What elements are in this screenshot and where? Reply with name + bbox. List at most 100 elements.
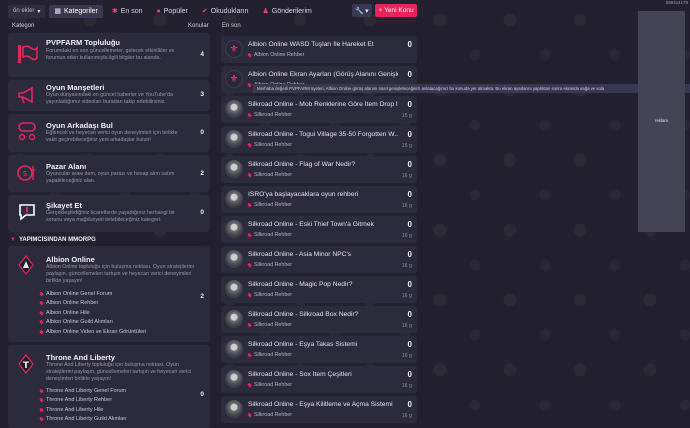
topic-category[interactable]: Albion Online Rehber [247,52,304,58]
avatar[interactable]: ⚜ [225,70,243,88]
category-badge-icon [247,202,252,208]
avatar[interactable] [225,400,243,418]
reply-count: 0 [407,310,412,319]
tab-categories[interactable]: ▦ Kategoriler [49,4,103,18]
topic-category[interactable]: Silkroad Rehber [247,412,292,418]
category-badge-icon [39,291,44,297]
topic-title[interactable]: ISRO'ya başlayacaklara oyun rehberi [248,191,398,198]
topic-row[interactable]: Silkroad Online - Asia Minor NPC's Silkro… [221,246,417,273]
topic-title[interactable]: Albion Online Ekran Ayarları (Görüş Alan… [248,71,398,78]
topic-row[interactable]: Silkroad Online - Togui Village 35-50 Fo… [221,126,417,153]
topic-title[interactable]: Silkroad Online - Eşya Takas Sistemi [248,341,398,348]
sort-dropdown[interactable]: ön ekler ▾ [8,4,46,18]
flame-icon: ● [156,7,161,15]
avatar[interactable] [225,250,243,268]
tab-popular[interactable]: ● Popüler [152,5,193,18]
tab-my-posts[interactable]: ♟ Gönderilerim [258,5,317,18]
topic-category[interactable]: Silkroad Rehber [247,382,292,388]
reply-count: 0 [407,40,412,49]
category-topic-count: 0 [200,209,204,216]
avatar[interactable] [225,130,243,148]
topic-title[interactable]: Silkroad Online - Eşya Kilitleme ve Açma… [248,401,398,408]
advertisement-panel[interactable]: reklam [638,11,685,232]
category-description: Eğlenceli ve heyecan verici oyun deneyim… [46,130,178,143]
topic-row[interactable]: Silkroad Online - Flag of War Nedir? Silk… [221,156,417,183]
avatar[interactable] [225,340,243,358]
topic-category[interactable]: Silkroad Rehber [247,292,292,298]
new-topic-button[interactable]: + Yeni Konu [375,4,417,17]
topic-title[interactable]: Silkroad Online - Mob Renklerine Göre İt… [248,101,398,108]
topic-title[interactable]: Silkroad Online - Eski Thief Town'a Gitm… [248,221,398,228]
asterisk-icon: ✱ [111,8,118,15]
topic-category[interactable]: Silkroad Rehber [247,112,292,118]
topic-row[interactable]: Silkroad Online - Magic Pop Nedir? Silkro… [221,276,417,303]
category-badge-icon [39,388,44,394]
topic-age: 16 g [401,203,412,209]
avatar[interactable]: ⚜ [225,40,243,58]
topic-category[interactable]: Silkroad Rehber [247,232,292,238]
subcategory-link[interactable]: Throne And Liberty Hile [39,405,127,415]
topic-title[interactable]: Silkroad Online - Magic Pop Nedir? [248,281,398,288]
topic-title[interactable]: Silkroad Online - Flag of War Nedir? [248,161,398,168]
category-description: Throne And Liberty topluluğu için buluşm… [46,362,192,382]
category-card[interactable]: Şikayet Et Gerçekleştirdiğiniz ticaretle… [8,195,210,232]
topic-row[interactable]: Silkroad Online - Eşya Kilitleme ve Açma… [221,396,417,423]
tab-latest[interactable]: ✱ En son [107,5,148,18]
avatar[interactable] [225,370,243,388]
avatar[interactable] [225,310,243,328]
topic-row[interactable]: ISRO'ya başlayacaklara oyun rehberi Silkr… [221,186,417,213]
avatar[interactable] [225,160,243,178]
category-card[interactable]: T Throne And Liberty Throne And Liberty … [8,345,210,428]
category-topic-count: 3 [200,91,204,98]
category-badge-icon [39,329,44,335]
topic-category[interactable]: Silkroad Rehber [247,142,292,148]
category-title: Albion Online [46,255,95,264]
topic-category[interactable]: Silkroad Rehber [247,322,292,328]
tab-read[interactable]: ✔ Okudukların [197,5,254,18]
topic-row[interactable]: Silkroad Online - Mob Renklerine Göre İt… [221,96,417,123]
topic-row[interactable]: Silkroad Online - Silkroad Box Nedir? Sil… [221,306,417,333]
topic-age: 16 g [401,323,412,329]
category-card[interactable]: Oyun Manşetleri Oyun dünyasındaki en gün… [8,80,210,111]
topic-title[interactable]: Silkroad Online - Asia Minor NPC's [248,251,398,258]
albion-icon [18,255,34,275]
subcategory-link[interactable]: Throne And Liberty Rehber [39,396,127,406]
reply-count: 0 [407,370,412,379]
category-card[interactable]: Albion Online Albion Online topluluğu iç… [8,246,210,342]
subcategory-link[interactable]: Albion Online Video ve Ekran Görüntüleri [39,327,146,337]
avatar[interactable] [225,190,243,208]
category-card[interactable]: $ Pazar Alanı Oyuncular arası item, oyun… [8,155,210,192]
avatar[interactable] [225,280,243,298]
category-description: Oyuncular arası item, oyun parası ve hes… [46,171,175,184]
topic-category[interactable]: Silkroad Rehber [247,262,292,268]
check-icon: ✔ [201,8,208,15]
subcategory-link[interactable]: Albion Online Genel Forum [39,289,146,299]
category-card[interactable]: PVPFARM Topluluğu Forumdaki en son günce… [8,33,210,77]
topic-title[interactable]: Albion Online WASD Tuşları İle Hareket E… [248,41,398,48]
subcategory-link[interactable]: Albion Online Hile [39,308,146,318]
category-card[interactable]: Oyun Arkadaşı Bul Eğlenceli ve heyecan v… [8,114,210,152]
topic-title[interactable]: Silkroad Online - Silkroad Box Nedir? [248,311,398,318]
topic-category[interactable]: Silkroad Rehber [247,172,292,178]
header-latest: En son [222,23,241,29]
topic-category[interactable]: Silkroad Rehber [247,352,292,358]
gamepad-icon [18,122,36,141]
category-badge-icon [247,232,252,238]
topic-row[interactable]: Silkroad Online - Eşya Takas Sistemi Silk… [221,336,417,363]
topic-row[interactable]: Silkroad Online - Eski Thief Town'a Gitm… [221,216,417,243]
category-badge-icon [39,300,44,306]
topic-title[interactable]: Silkroad Online - Togui Village 35-50 Fo… [248,131,398,138]
user-icon: ♟ [262,8,269,15]
subcategory-link[interactable]: Throne And Liberty Guild Alımları [39,415,127,425]
subcategory-link[interactable]: Albion Online Guild Alımları [39,318,146,328]
subcategory-link[interactable]: Throne And Liberty Genel Forum [39,386,127,396]
topic-category[interactable]: Silkroad Rehber [247,202,292,208]
section-header[interactable]: ▼ YAPIMCISINDAN MMORPG [10,237,96,243]
tools-button[interactable]: 🔧 ▾ [352,4,372,17]
subcategory-link[interactable]: Albion Online Rehber [39,299,146,309]
topic-row[interactable]: ⚜ Albion Online WASD Tuşları İle Hareket … [221,36,417,63]
topic-row[interactable]: Silkroad Online - Sox İtem Çeşitleri Silk… [221,366,417,393]
avatar[interactable] [225,220,243,238]
avatar[interactable] [225,100,243,118]
topic-title[interactable]: Silkroad Online - Sox İtem Çeşitleri [248,371,398,378]
